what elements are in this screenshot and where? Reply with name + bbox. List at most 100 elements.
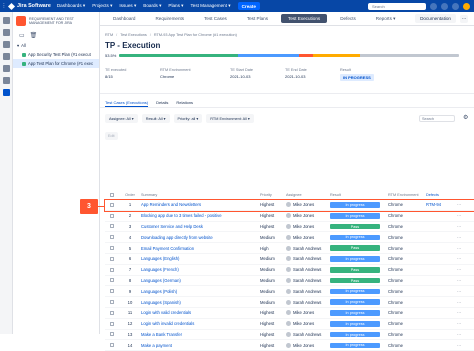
gear-icon[interactable]: ⚙ bbox=[463, 115, 470, 122]
menu-projects[interactable]: Projects ▾ bbox=[92, 3, 112, 9]
row-menu-icon[interactable]: ⋯ bbox=[452, 246, 466, 251]
row-checkbox[interactable] bbox=[105, 278, 119, 283]
header-assignee[interactable]: Assignee bbox=[286, 193, 330, 197]
row-checkbox[interactable] bbox=[105, 289, 119, 294]
table-row[interactable]: 12 Login with invalid credentials Highest M… bbox=[105, 319, 474, 330]
jira-logo[interactable]: Jira Software bbox=[7, 2, 51, 10]
row-checkbox[interactable] bbox=[105, 343, 119, 348]
settings-icon[interactable] bbox=[452, 2, 459, 10]
result-pill[interactable]: Pass bbox=[330, 245, 380, 251]
breadcrumb-item-current[interactable]: RTM-93 App Test Plan for Chrome (#1 exec… bbox=[154, 33, 237, 37]
row-checkbox[interactable] bbox=[105, 202, 119, 207]
menu-dashboards[interactable]: Dashboards ▾ bbox=[57, 3, 85, 9]
result-pill[interactable]: In progress bbox=[330, 331, 380, 338]
row-menu-icon[interactable]: ⋯ bbox=[452, 278, 466, 283]
row-menu-icon[interactable]: ⋯ bbox=[452, 202, 466, 207]
menu-test-management[interactable]: Test Management ▾ bbox=[190, 3, 230, 9]
row-summary-link[interactable]: Login with valid credentials bbox=[141, 310, 260, 315]
edit-button[interactable]: Edit bbox=[105, 132, 118, 140]
row-summary-link[interactable]: Email Payment Confirmation bbox=[141, 246, 260, 251]
subtab-details[interactable]: Details bbox=[156, 100, 168, 107]
row-summary-link[interactable]: Languages (English) bbox=[141, 256, 260, 261]
row-result[interactable]: In progress bbox=[330, 320, 388, 327]
select-all-checkbox[interactable] bbox=[105, 193, 119, 197]
row-checkbox[interactable] bbox=[105, 321, 119, 326]
row-summary-link[interactable]: Blocking app due to 3 times failed - pos… bbox=[141, 213, 260, 218]
search-input[interactable]: Search bbox=[368, 2, 426, 10]
row-menu-icon[interactable]: ⋯ bbox=[452, 213, 466, 218]
row-summary-link[interactable]: Downloading app directly from website bbox=[141, 235, 260, 240]
row-checkbox[interactable] bbox=[105, 267, 119, 272]
header-order[interactable]: Order bbox=[119, 193, 141, 197]
header-priority[interactable]: Priority bbox=[260, 193, 286, 197]
table-row[interactable]: 3 Customer Service and Help Desk Highest Mi… bbox=[105, 222, 474, 233]
create-button[interactable]: Create bbox=[237, 2, 260, 10]
row-assignee[interactable]: Mike Jones bbox=[286, 342, 330, 348]
tree-item-chrome-plan[interactable]: App Test Plan for Chrome (#1 exec bbox=[13, 59, 99, 68]
row-checkbox[interactable] bbox=[105, 310, 119, 315]
table-row[interactable]: 11 Login with valid credentials Highest Mik… bbox=[105, 308, 474, 319]
row-menu-icon[interactable]: ⋯ bbox=[452, 321, 466, 326]
result-pill[interactable]: In progress bbox=[330, 234, 380, 241]
table-row[interactable]: 1 App Reminders and Newsletters Highest Mik… bbox=[104, 199, 474, 212]
row-summary-link[interactable]: Login with invalid credentials bbox=[141, 321, 260, 326]
tree-node-all[interactable]: ▾ All bbox=[13, 41, 99, 50]
filter-assignee[interactable]: Assignee: All ▾ bbox=[105, 114, 138, 123]
more-options-icon[interactable]: ⋯ bbox=[460, 14, 468, 23]
row-assignee[interactable]: Mike Jones bbox=[286, 202, 330, 208]
header-summary[interactable]: Summary bbox=[141, 193, 260, 197]
result-pill[interactable]: Pass bbox=[330, 277, 380, 284]
tab-test-plans[interactable]: Test Plans bbox=[240, 14, 275, 23]
header-defects[interactable]: Defects bbox=[426, 193, 452, 197]
row-result[interactable]: Pass bbox=[330, 277, 388, 284]
table-row[interactable]: 13 Make a Bank Transfer Highest Sarah Andre… bbox=[105, 330, 474, 341]
table-row[interactable]: 2 Blocking app due to 3 times failed - po… bbox=[105, 211, 474, 222]
row-assignee[interactable]: Mike Jones bbox=[286, 223, 330, 229]
subtab-test-cases-executions[interactable]: Test Cases (Executions) bbox=[105, 100, 149, 107]
row-assignee[interactable]: Sarah Andrews bbox=[286, 256, 330, 262]
result-pill[interactable]: In progress bbox=[330, 310, 380, 316]
row-assignee[interactable]: Mike Jones bbox=[286, 234, 330, 240]
result-pill[interactable]: In progress bbox=[330, 202, 380, 208]
row-menu-icon[interactable]: ⋯ bbox=[452, 310, 466, 315]
row-summary-link[interactable]: Languages (Polish) bbox=[141, 289, 260, 294]
menu-boards[interactable]: Boards ▾ bbox=[143, 3, 161, 9]
row-checkbox[interactable] bbox=[105, 224, 119, 229]
breadcrumb-item-test-executions[interactable]: Test Executions bbox=[120, 33, 147, 37]
row-assignee[interactable]: Mike Jones bbox=[286, 213, 330, 219]
menu-plans[interactable]: Plans ▾ bbox=[168, 3, 183, 9]
table-row[interactable]: 14 Make a payment Highest Mike Jones In prog… bbox=[105, 340, 474, 351]
tab-reports[interactable]: Reports ▾ bbox=[369, 14, 403, 24]
tab-dashboard[interactable]: Dashboard bbox=[106, 14, 142, 23]
table-row[interactable]: 8 Languages (German) Medium Sarah Andrews Pa… bbox=[105, 276, 474, 287]
row-menu-icon[interactable]: ⋯ bbox=[452, 300, 466, 305]
row-checkbox[interactable] bbox=[105, 300, 119, 305]
row-result[interactable]: In progress bbox=[330, 299, 388, 305]
add-folder-icon[interactable]: ▭ bbox=[19, 32, 25, 39]
filter-priority[interactable]: Priority: all ▾ bbox=[173, 114, 203, 123]
row-result[interactable]: Pass bbox=[330, 266, 388, 273]
rail-test-cases-icon[interactable] bbox=[2, 41, 10, 48]
row-summary-link[interactable]: App Reminders and Newsletters bbox=[141, 202, 260, 207]
row-result[interactable]: In progress bbox=[330, 288, 388, 295]
rail-reports-icon[interactable] bbox=[2, 65, 10, 72]
table-row[interactable]: 5 Email Payment Confirmation High Sarah And… bbox=[105, 243, 474, 254]
row-assignee[interactable]: Mike Jones bbox=[286, 310, 330, 316]
row-menu-icon[interactable]: ⋯ bbox=[452, 267, 466, 272]
row-assignee[interactable]: Sarah Andrews bbox=[286, 277, 330, 283]
header-result[interactable]: Result bbox=[330, 193, 388, 197]
table-row[interactable]: 7 Languages (French) Medium Sarah Andrews Pa… bbox=[105, 265, 474, 276]
result-status-badge[interactable]: IN PROGRESS bbox=[340, 74, 374, 81]
table-row[interactable]: 10 Languages (Spanish) Medium Sarah Andrews… bbox=[105, 297, 474, 308]
filter-rtm-environment[interactable]: RTM Environment: All ▾ bbox=[206, 114, 254, 123]
row-assignee[interactable]: Sarah Andrews bbox=[286, 288, 330, 294]
rail-requirements-icon[interactable] bbox=[2, 29, 10, 36]
row-checkbox[interactable] bbox=[105, 332, 119, 337]
row-result[interactable]: In progress bbox=[330, 213, 388, 219]
rail-test-executions-icon[interactable] bbox=[2, 89, 10, 96]
documentation-button[interactable]: Documentation bbox=[415, 14, 456, 23]
result-pill[interactable]: In progress bbox=[330, 288, 380, 295]
row-result[interactable]: Pass bbox=[330, 245, 388, 251]
breadcrumb-item-rtm[interactable]: RTM bbox=[105, 33, 113, 37]
user-avatar[interactable] bbox=[463, 2, 470, 10]
